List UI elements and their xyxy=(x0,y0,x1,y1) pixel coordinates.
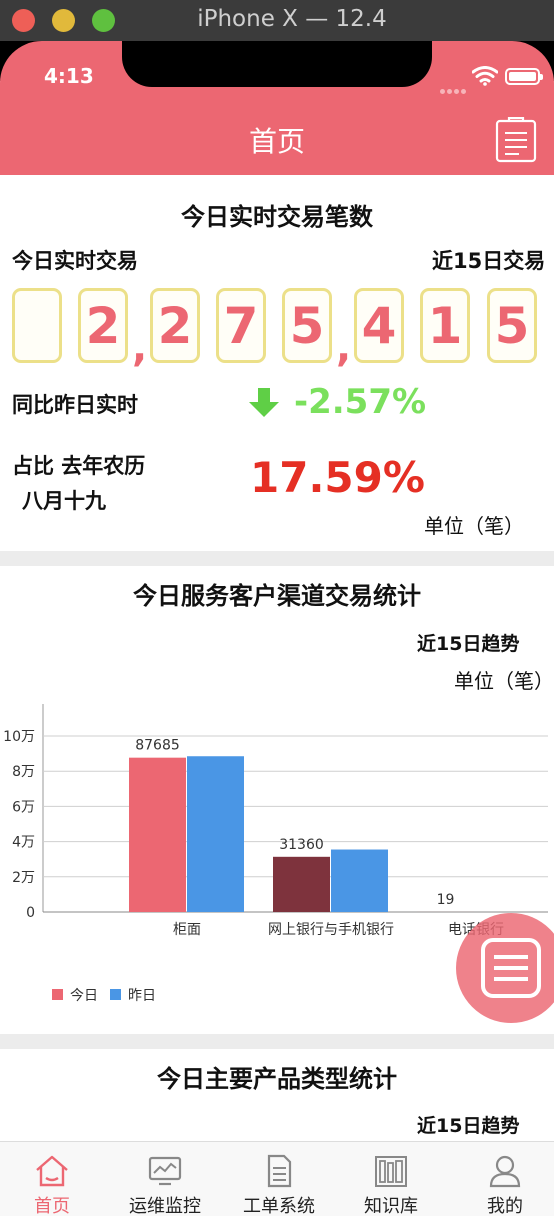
notes-icon[interactable] xyxy=(495,117,537,163)
data-label: 19 xyxy=(437,892,455,908)
tab-home[interactable]: 首页 xyxy=(0,1142,107,1216)
product-stats-card: 今日主要产品类型统计 近15日趋势 xyxy=(0,1049,554,1144)
y-tick-label: 4万 xyxy=(12,835,35,851)
data-label: 87685 xyxy=(135,738,180,754)
y-tick-label: 0 xyxy=(26,905,35,921)
realtime-section-title: 今日实时交易笔数 xyxy=(181,203,373,231)
simulator-title-bar: iPhone X — 12.4 xyxy=(0,0,554,41)
battery-icon xyxy=(505,68,543,85)
bar-今日 xyxy=(129,757,186,912)
compare-yesterday-label: 同比昨日实时 xyxy=(12,393,138,417)
user-icon xyxy=(489,1155,521,1188)
status-time: 4:13 xyxy=(44,64,94,88)
realtime-today-label: 今日实时交易 xyxy=(12,249,138,273)
product-section-title: 今日主要产品类型统计 xyxy=(157,1065,397,1093)
unit-label: 单位（笔） xyxy=(424,514,524,538)
tab-knowledge[interactable]: 知识库 xyxy=(336,1142,446,1216)
legend-swatch xyxy=(52,989,63,1000)
monitor-icon xyxy=(148,1156,182,1186)
bar-昨日 xyxy=(187,756,244,912)
tab-knowledge-label: 知识库 xyxy=(364,1196,418,1216)
counter-separator: , xyxy=(336,325,352,371)
share-lunar-value: 17.59% xyxy=(250,453,425,502)
compare-yesterday-value: -2.57% xyxy=(294,382,427,422)
legend-label: 今日 xyxy=(70,988,98,1004)
tab-tickets[interactable]: 工单系统 xyxy=(224,1142,334,1216)
notes-icon xyxy=(481,938,541,998)
counter-digit: 1 xyxy=(420,288,470,363)
counter-digit: 5 xyxy=(282,288,332,363)
y-tick-label: 6万 xyxy=(12,799,35,815)
counter-digit: 5 xyxy=(487,288,537,363)
recent-15-days-link[interactable]: 近15日交易 xyxy=(432,245,545,275)
counter-digit xyxy=(12,288,62,363)
tab-tickets-label: 工单系统 xyxy=(243,1196,315,1216)
counter-digit: 2 xyxy=(78,288,128,363)
channel-section-title: 今日服务客户渠道交易统计 xyxy=(133,582,421,610)
realtime-transactions-card: 今日实时交易笔数 今日实时交易 近15日交易 2 , 2 7 5 , 4 1 5… xyxy=(0,175,554,551)
legend-label: 昨日 xyxy=(128,988,156,1004)
signal-icon xyxy=(440,79,468,94)
page-title: 首页 xyxy=(248,125,305,158)
channel-trend-link[interactable]: 近15日趋势 xyxy=(417,629,519,656)
home-icon xyxy=(36,1155,68,1187)
arrow-down-icon xyxy=(249,388,279,417)
document-icon xyxy=(267,1154,292,1188)
phone-notch xyxy=(122,41,432,87)
wifi-icon xyxy=(472,66,498,86)
y-tick-label: 8万 xyxy=(12,764,35,780)
counter-separator: , xyxy=(132,325,148,371)
tab-profile[interactable]: 我的 xyxy=(450,1142,554,1216)
x-tick-label: 网上银行与手机银行 xyxy=(268,922,394,938)
counter-digit: 2 xyxy=(150,288,200,363)
share-lunar-label: 占比 去年农历 xyxy=(12,454,146,478)
tab-monitor[interactable]: 运维监控 xyxy=(110,1142,220,1216)
legend-swatch xyxy=(110,989,121,1000)
y-tick-label: 10万 xyxy=(3,729,35,745)
bottom-tab-bar: 首页 运维监控 工单系统 知识库 我的 xyxy=(0,1141,554,1216)
bar-昨日 xyxy=(331,849,388,912)
app-root: iPhone X — 12.4 4:13 首页 今日实时交易笔数 今日实时交易 … xyxy=(0,0,554,1216)
counter-digit: 7 xyxy=(216,288,266,363)
x-tick-label: 柜面 xyxy=(173,922,201,938)
bar-今日 xyxy=(273,856,330,912)
bookshelf-icon xyxy=(375,1156,407,1187)
tab-monitor-label: 运维监控 xyxy=(129,1196,201,1216)
product-trend-link[interactable]: 近15日趋势 xyxy=(417,1111,519,1138)
data-label: 31360 xyxy=(279,837,324,853)
channel-unit-label: 单位（笔） xyxy=(454,669,554,693)
tab-home-label: 首页 xyxy=(34,1196,70,1216)
counter-digit: 4 xyxy=(354,288,404,363)
share-lunar-date: 八月十九 xyxy=(22,489,106,513)
simulator-title: iPhone X — 12.4 xyxy=(197,6,387,32)
y-tick-label: 2万 xyxy=(12,870,35,886)
tab-profile-label: 我的 xyxy=(487,1196,523,1216)
